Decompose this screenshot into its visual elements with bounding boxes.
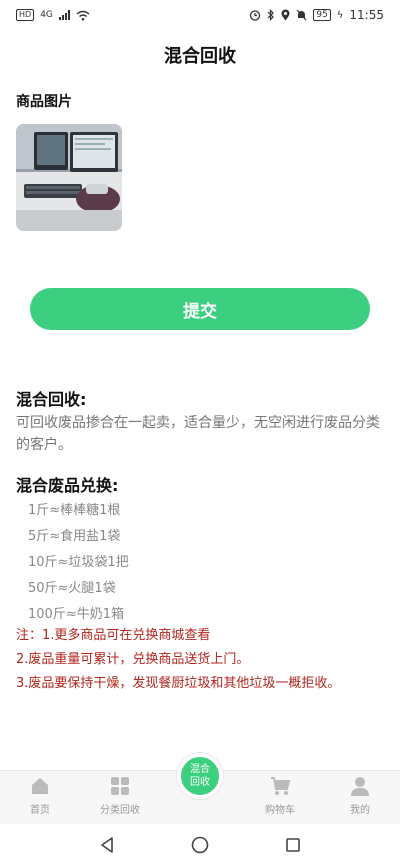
note-3: 3.废品要保持干燥，发现餐厨垃圾和其他垃圾一概拒收。 (16, 676, 341, 691)
mixed-recycling-center-button[interactable]: 混合 回收 (177, 753, 223, 799)
page-title: 混合回收 (164, 46, 236, 67)
center-button-line1: 混合 (190, 764, 210, 775)
exchange-title: 混合废品兑换: (16, 476, 119, 495)
back-button[interactable] (92, 830, 122, 860)
cart-icon (271, 777, 291, 795)
home-icon (32, 778, 48, 794)
system-nav-bar (0, 824, 400, 866)
home-circle-icon (191, 836, 209, 854)
page-header: 混合回收 (0, 30, 400, 80)
signal-icon (58, 10, 70, 20)
back-triangle-icon (100, 837, 113, 853)
tab-mixed-recycling[interactable]: 混合 回收 (160, 753, 240, 824)
product-photo-image (16, 124, 122, 231)
grid-icon (111, 777, 129, 795)
list-item: 10斤≈垃圾袋1把 (28, 555, 129, 570)
list-item: 5斤≈食用盐1袋 (28, 529, 121, 544)
bottom-tab-bar: 首页 分类回收 混合 回收 购物车 我的 (0, 753, 400, 824)
status-right: 95 ϟ 11:55 (249, 8, 384, 22)
exchange-list: 1斤≈棒棒糖1根 5斤≈食用盐1袋 10斤≈垃圾袋1把 50斤≈火腿1袋 100… (28, 498, 129, 628)
product-photo[interactable] (16, 124, 122, 231)
note-1: 注：1.更多商品可在兑换商城查看 (16, 628, 211, 643)
mixed-recycling-description: 可回收废品掺合在一起卖，适合量少，无空闲进行废品分类的客户。 (16, 415, 380, 453)
home-button[interactable] (185, 830, 215, 860)
tab-label: 分类回收 (100, 805, 140, 816)
hd-badge: HD (16, 9, 35, 21)
status-bar: HD 4G 95 ϟ 11:55 (0, 0, 400, 30)
tab-home[interactable]: 首页 (0, 771, 80, 824)
mixed-recycling-title: 混合回收: (16, 390, 87, 409)
battery-indicator: 95 (313, 9, 331, 21)
submit-button[interactable]: 提交 (30, 288, 370, 330)
product-images-label: 商品图片 (16, 94, 72, 110)
tab-label: 我的 (350, 805, 370, 816)
mute-bell-icon (296, 9, 307, 21)
network-label: 4G (40, 10, 53, 20)
recents-square-icon (286, 838, 301, 852)
charging-icon: ϟ (336, 9, 344, 21)
tab-cart[interactable]: 购物车 (240, 771, 320, 824)
wifi-icon (76, 10, 90, 21)
notes: 注：1.更多商品可在兑换商城查看 2.废品重量可累计，兑换商品送货上门。 3.废… (16, 624, 384, 696)
user-icon (351, 777, 369, 796)
status-left: HD 4G (16, 9, 90, 21)
center-button-line2: 回收 (190, 777, 210, 788)
list-item: 1斤≈棒棒糖1根 (28, 503, 121, 518)
recents-button[interactable] (278, 830, 308, 860)
note-2: 2.废品重量可累计，兑换商品送货上门。 (16, 652, 250, 667)
list-item: 50斤≈火腿1袋 (28, 581, 116, 596)
tab-label: 首页 (30, 805, 50, 816)
location-icon (281, 9, 290, 21)
tab-label: 购物车 (265, 805, 295, 816)
alarm-icon (250, 10, 261, 21)
tab-mine[interactable]: 我的 (320, 771, 400, 824)
bluetooth-icon (267, 9, 275, 21)
tab-category-recycling[interactable]: 分类回收 (80, 771, 160, 824)
status-time: 11:55 (349, 8, 384, 22)
